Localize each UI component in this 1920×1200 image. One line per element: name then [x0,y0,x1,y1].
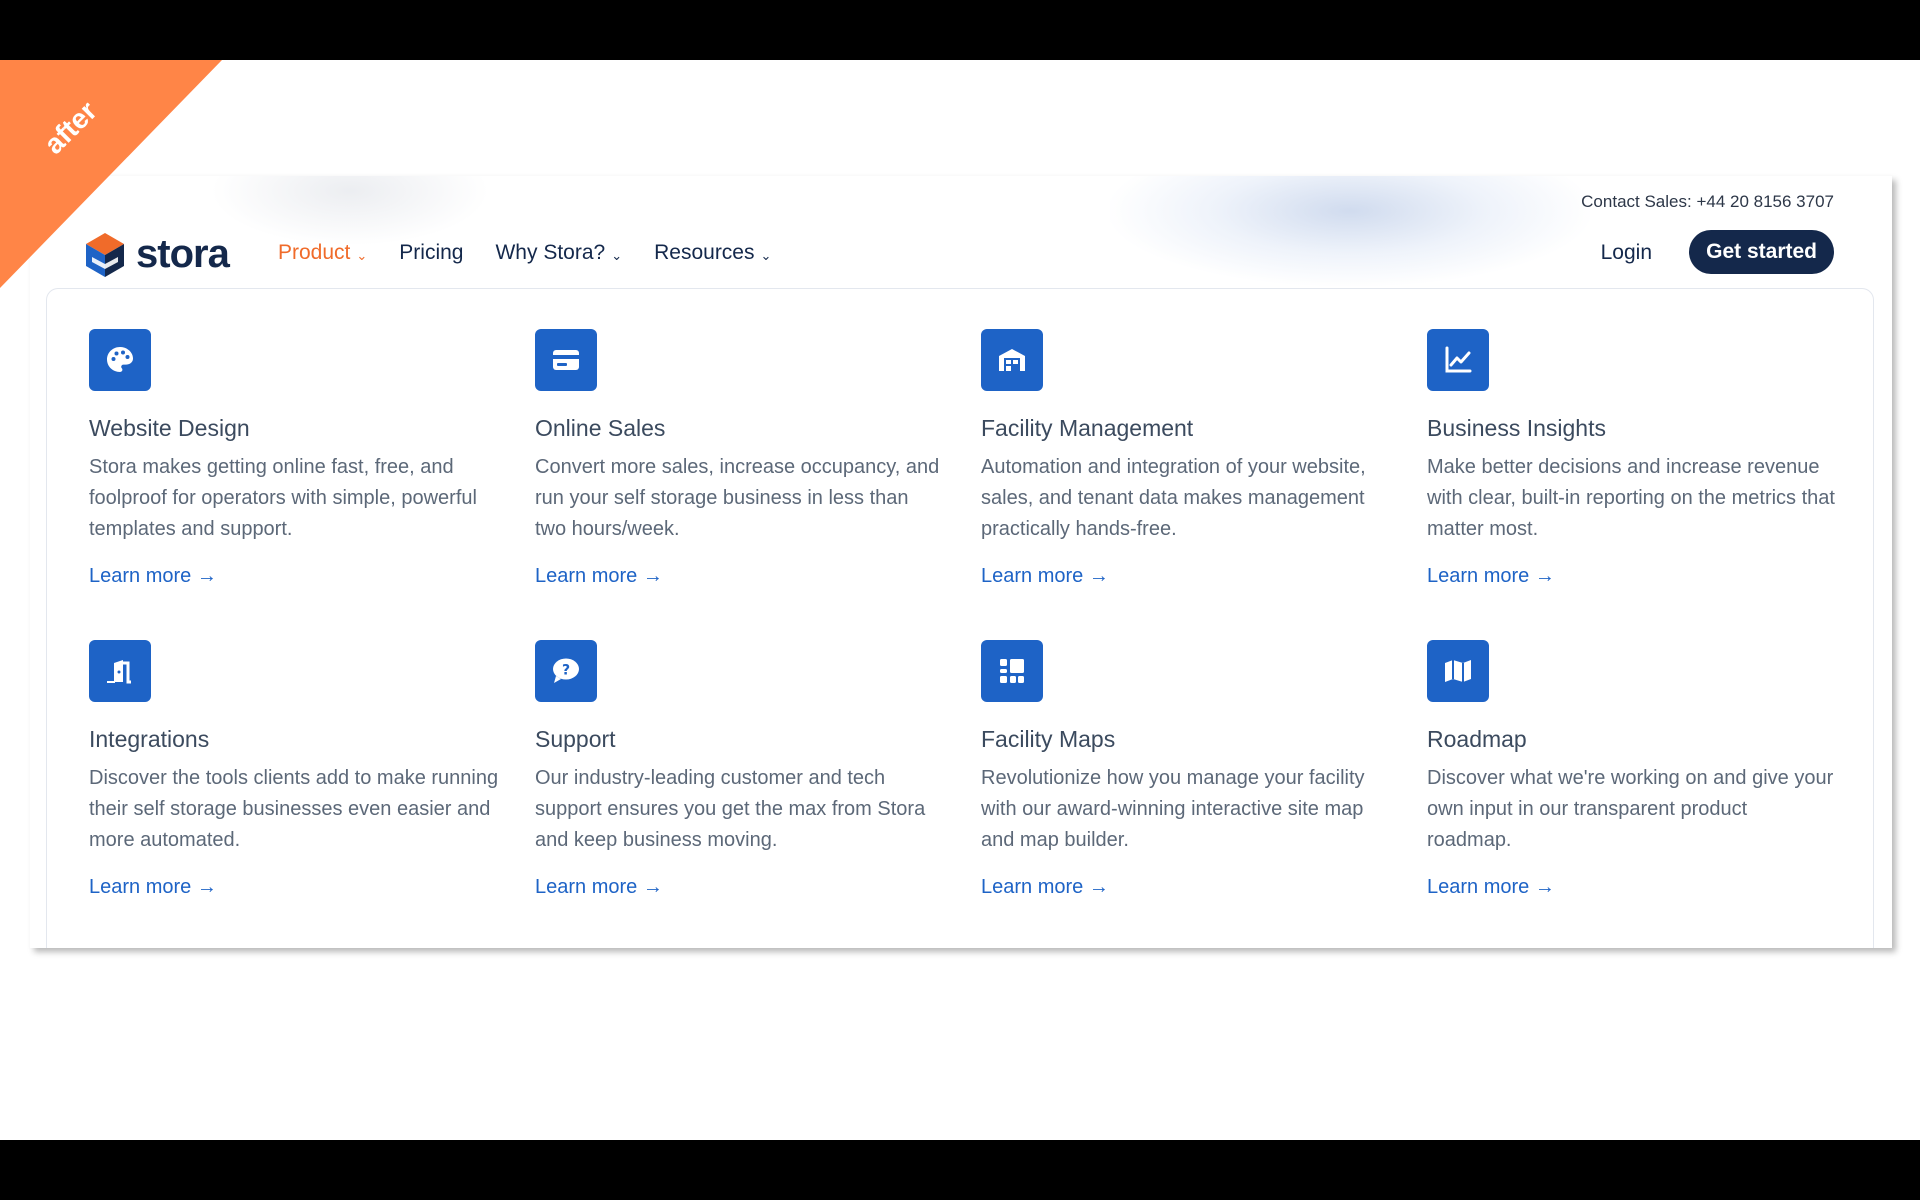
nav-why-stora[interactable]: Why Stora? ⌄ [495,241,622,265]
menu-grid: Website Design Stora makes getting onlin… [89,329,1849,940]
menu-card-title: Roadmap [1427,726,1527,752]
menu-card-facility-management: Facility Management Automation and integ… [981,329,1427,640]
nav-product-label: Product [278,241,351,264]
get-started-button[interactable]: Get started [1689,230,1834,274]
menu-card-title: Integrations [89,726,210,752]
product-mega-menu: Website Design Stora makes getting onlin… [46,288,1874,948]
nav-resources-label: Resources [654,241,755,264]
nav-links: Product ⌄ Pricing Why Stora? ⌄ Resources… [278,241,803,265]
learn-more-link[interactable]: Learn more → [1427,565,1555,588]
menu-card-desc: Stora makes getting online fast, free, a… [89,456,477,540]
logo[interactable]: stora [86,232,230,277]
menu-card-website-design: Website Design Stora makes getting onlin… [89,329,535,640]
question-bubble-icon[interactable]: ? [535,640,597,702]
palette-icon[interactable] [89,329,151,391]
chevron-down-icon: ⌄ [356,247,368,263]
stora-logo-icon [86,232,124,277]
menu-card-desc: Our industry-leading customer and tech s… [535,767,926,851]
menu-card-facility-maps: Facility Maps Revolutionize how you mana… [981,640,1427,940]
grid-layout-icon[interactable] [981,640,1043,702]
menu-card-desc: Automation and integration of your websi… [981,456,1366,540]
nav-pricing-label: Pricing [399,241,464,264]
learn-more-link[interactable]: Learn more → [89,876,217,899]
menu-card-title: Facility Management [981,415,1194,441]
map-icon[interactable] [1427,640,1489,702]
menu-card-title: Facility Maps [981,726,1116,752]
chevron-down-icon: ⌄ [611,247,623,263]
menu-card-desc: Make better decisions and increase reven… [1427,456,1835,540]
menu-card-integrations: Integrations Discover the tools clients … [89,640,535,940]
nav-product[interactable]: Product ⌄ [278,241,367,265]
ribbon-label: after [38,95,103,160]
menu-card-title: Online Sales [535,415,666,441]
learn-more-link[interactable]: Learn more → [535,565,663,588]
website-frame: Contact Sales: +44 20 8156 3707 stora Pr… [30,176,1892,948]
menu-card-desc: Discover the tools clients add to make r… [89,767,499,851]
line-chart-icon[interactable] [1427,329,1489,391]
menu-card-online-sales: Online Sales Convert more sales, increas… [535,329,981,640]
menu-card-roadmap: Roadmap Discover what we're working on a… [1427,640,1847,940]
brand-name: stora [136,232,230,276]
warehouse-icon[interactable] [981,329,1043,391]
nav-resources[interactable]: Resources ⌄ [654,241,771,265]
menu-card-title: Business Insights [1427,415,1606,441]
learn-more-link[interactable]: Learn more → [981,876,1109,899]
menu-card-business-insights: Business Insights Make better decisions … [1427,329,1847,640]
nav-pricing[interactable]: Pricing [399,241,463,265]
menu-card-title: Website Design [89,415,250,441]
menu-card-support: ? Support Our industry-leading customer … [535,640,981,940]
credit-card-icon[interactable] [535,329,597,391]
contact-sales[interactable]: Contact Sales: +44 20 8156 3707 [1581,192,1834,212]
learn-more-link[interactable]: Learn more → [535,876,663,899]
learn-more-link[interactable]: Learn more → [1427,876,1555,899]
chevron-down-icon: ⌄ [760,247,772,263]
menu-card-title: Support [535,726,616,752]
menu-card-desc: Revolutionize how you manage your facili… [981,767,1365,851]
svg-text:?: ? [562,663,570,679]
door-open-icon[interactable] [89,640,151,702]
main-nav: stora Product ⌄ Pricing Why Stora? ⌄ Res… [30,230,1892,278]
login-link[interactable]: Login [1601,241,1652,265]
menu-card-desc: Convert more sales, increase occupancy, … [535,456,940,540]
menu-card-desc: Discover what we're working on and give … [1427,767,1834,851]
screenshot-stage: after Contact Sales: +44 20 8156 3707 st… [0,60,1920,1140]
learn-more-link[interactable]: Learn more → [981,565,1109,588]
learn-more-link[interactable]: Learn more → [89,565,217,588]
nav-why-stora-label: Why Stora? [495,241,606,264]
